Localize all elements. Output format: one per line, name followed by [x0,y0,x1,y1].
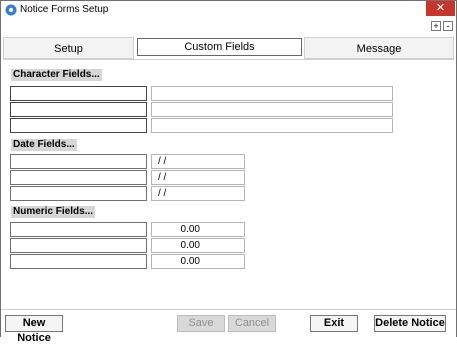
character-field-name-2[interactable] [10,102,147,117]
numeric-field-value-3[interactable]: 0.00 [151,254,245,269]
date-fields-label: Date Fields... [11,139,77,151]
tab-message[interactable]: Message [304,37,454,59]
character-fields-label: Character Fields... [11,69,102,81]
character-field-value-2[interactable] [151,102,393,117]
date-field-value-2[interactable]: / / [151,170,245,185]
numeric-field-value-2[interactable]: 0.00 [151,238,245,253]
numeric-field-name-3[interactable] [10,254,147,269]
new-notice-button[interactable]: New Notice [5,315,63,344]
date-field-value-3[interactable]: / / [151,186,245,201]
numeric-field-name-1[interactable] [10,222,147,237]
delete-notice-button[interactable]: Delete Notice [374,315,446,332]
date-field-name-2[interactable] [10,170,147,185]
character-field-value-3[interactable] [151,118,393,133]
tab-custom-fields[interactable]: Custom Fields [137,38,302,56]
app-icon [5,4,17,16]
tab-bar: Setup Custom Fields Message [3,37,454,59]
minus-button[interactable]: - [443,21,453,31]
character-field-value-1[interactable] [151,86,393,101]
close-button[interactable]: ✕ [426,1,455,16]
window-title: Notice Forms Setup [20,4,109,15]
custom-fields-panel: Character Fields... Date Fields... / / /… [3,59,454,310]
save-button[interactable]: Save [177,315,225,332]
date-field-value-1[interactable]: / / [151,154,245,169]
numeric-fields-label: Numeric Fields... [11,206,96,218]
character-field-name-3[interactable] [10,118,147,133]
tab-setup[interactable]: Setup [3,37,134,59]
date-field-name-3[interactable] [10,186,147,201]
numeric-field-name-2[interactable] [10,238,147,253]
plus-button[interactable]: + [431,21,441,31]
notice-forms-setup-window: Notice Forms Setup ✕ + - Setup Custom Fi… [0,0,457,344]
date-field-name-1[interactable] [10,154,147,169]
character-field-name-1[interactable] [10,86,147,101]
title-bar: Notice Forms Setup ✕ [1,1,456,19]
button-bar: New Notice Save Cancel Exit Delete Notic… [1,309,456,344]
cancel-button[interactable]: Cancel [228,315,276,332]
numeric-field-value-1[interactable]: 0.00 [151,222,245,237]
exit-button[interactable]: Exit [310,315,358,332]
